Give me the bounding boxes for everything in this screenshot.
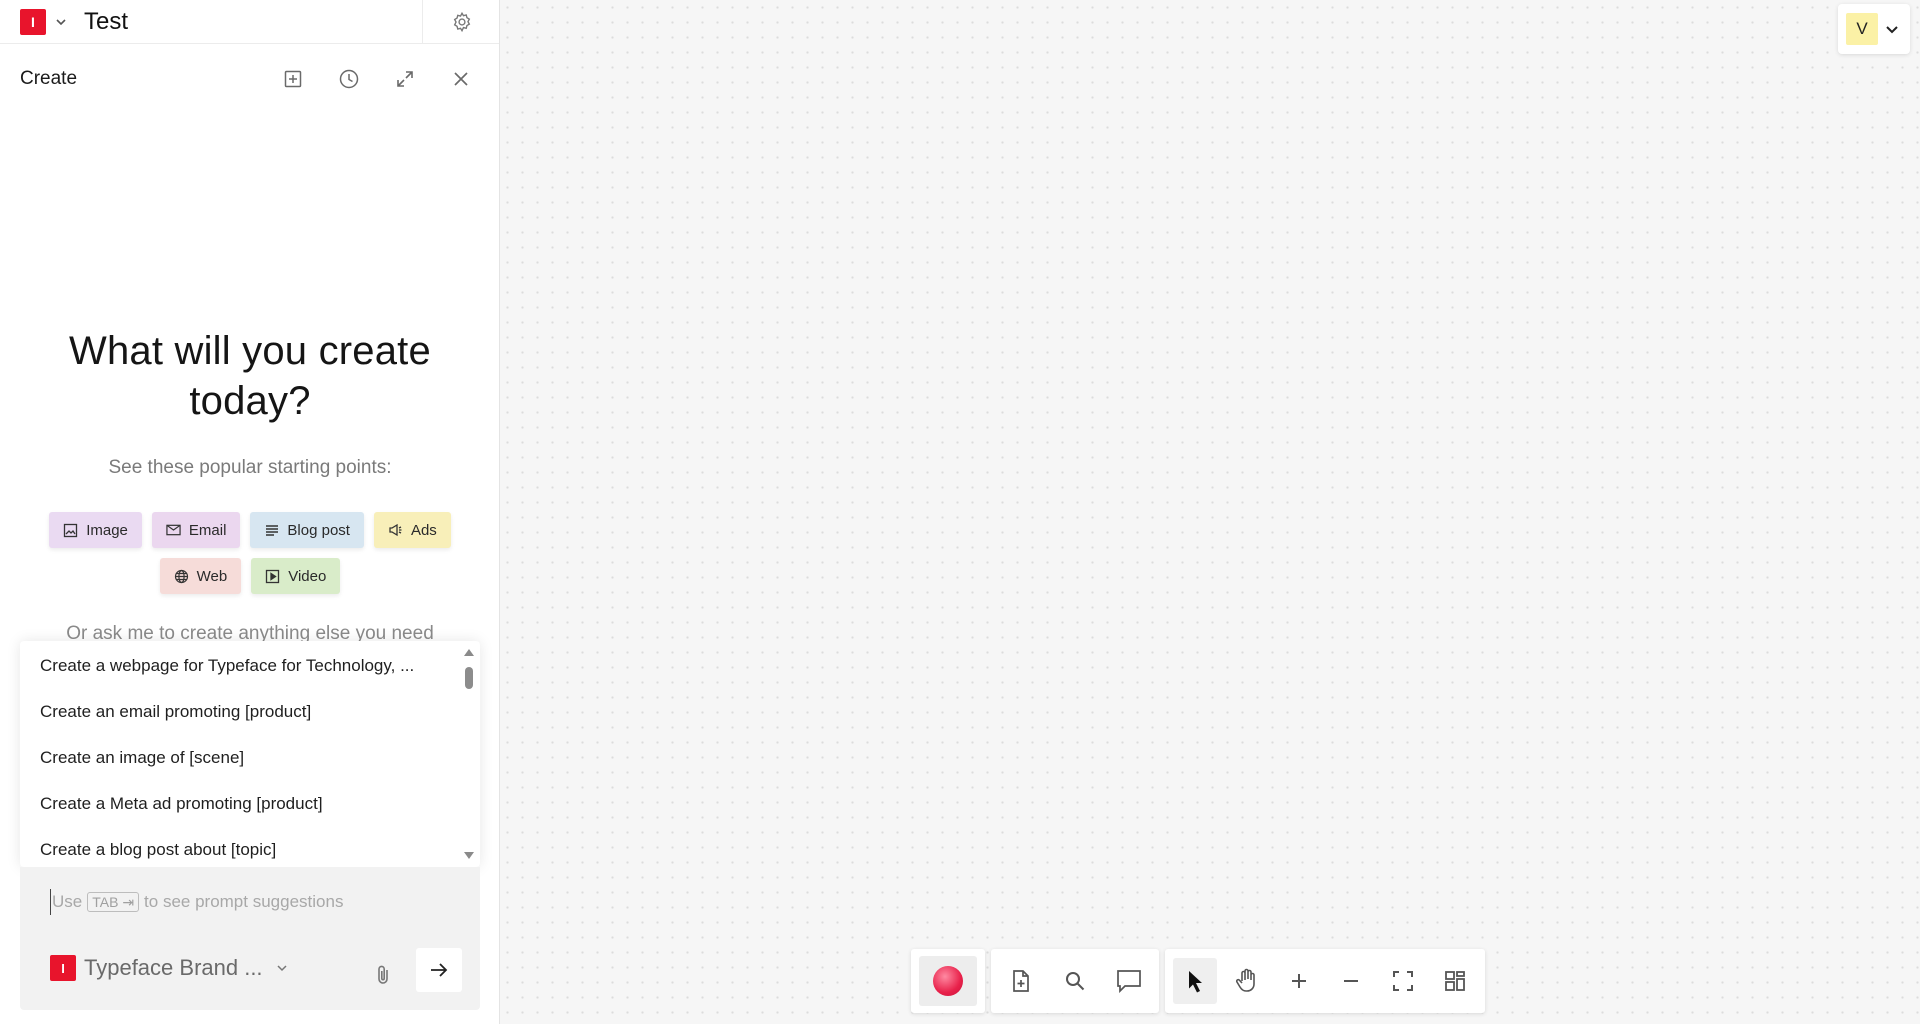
brand-logo-small: I [50, 955, 76, 981]
chip-label: Video [288, 567, 327, 585]
chip-label: Blog post [287, 521, 350, 539]
chip-email[interactable]: Email [151, 512, 241, 548]
chevron-down-icon[interactable] [54, 15, 68, 29]
fit-to-screen-button[interactable] [1381, 958, 1425, 1004]
gear-icon[interactable] [422, 0, 500, 44]
chip-web[interactable]: Web [159, 558, 242, 594]
brand-logo-letter: I [31, 13, 35, 30]
new-chat-icon[interactable] [281, 67, 305, 91]
canvas-toolbar [911, 949, 1485, 1013]
play-icon [265, 569, 280, 584]
hero-line-2: today? [189, 379, 311, 423]
suggestion-item[interactable]: Create an email promoting [product] [20, 689, 480, 735]
plus-icon [1289, 971, 1309, 991]
top-bar: I Test [0, 0, 499, 44]
brand-logo[interactable]: I [20, 8, 46, 35]
ai-orb-icon [933, 966, 963, 996]
user-menu[interactable]: V [1838, 4, 1910, 54]
chip-ads[interactable]: Ads [373, 512, 451, 548]
suggestion-item[interactable]: Create an image of [scene] [20, 735, 480, 781]
expand-icon[interactable] [393, 67, 417, 91]
brand-kit-name: Typeface Brand ... [84, 955, 263, 980]
add-page-button[interactable] [999, 958, 1043, 1004]
layout-grid-button[interactable] [1433, 958, 1477, 1004]
hand-icon [1235, 968, 1259, 994]
zoom-in-button[interactable] [1277, 958, 1321, 1004]
avatar: V [1846, 13, 1878, 45]
toolbar-group-navigation [1165, 949, 1485, 1013]
brand-kit-selector[interactable]: I Typeface Brand ... [50, 955, 289, 981]
paperclip-icon[interactable] [372, 963, 394, 987]
close-icon[interactable] [449, 67, 473, 91]
text-lines-icon [264, 523, 279, 538]
prompt-input[interactable]: Use TAB ⇥ to see prompt suggestions [50, 889, 343, 915]
cursor-arrow-icon [1185, 969, 1205, 993]
comment-button[interactable] [1107, 958, 1151, 1004]
create-panel: I Test Create What will you create today… [0, 0, 500, 1024]
globe-icon [174, 569, 189, 584]
search-icon [1064, 970, 1086, 992]
prompt-suggestions-dropdown: Create a webpage for Typeface for Techno… [20, 641, 480, 867]
placeholder-pre: Use [52, 892, 83, 911]
hero-line-1: What will you create [69, 329, 431, 373]
ai-assistant-button[interactable] [919, 956, 977, 1006]
comment-icon [1116, 969, 1142, 993]
suggestion-item[interactable]: Create a webpage for Typeface for Techno… [20, 641, 480, 689]
suggestion-item[interactable]: Create a Meta ad promoting [product] [20, 781, 480, 827]
file-plus-icon [1010, 969, 1032, 993]
placeholder-post: to see prompt suggestions [144, 892, 344, 911]
minus-icon [1341, 971, 1361, 991]
chip-label: Ads [410, 521, 437, 539]
chip-label: Email [188, 521, 227, 539]
select-tool-button[interactable] [1173, 958, 1217, 1004]
scroll-up-arrow-icon[interactable] [464, 649, 474, 656]
chip-label: Web [196, 567, 228, 585]
chip-video[interactable]: Video [251, 558, 341, 594]
mail-icon [166, 523, 181, 538]
toolbar-group-ai [911, 949, 985, 1013]
chip-image[interactable]: Image [49, 512, 142, 548]
grid-icon [1444, 970, 1466, 992]
history-icon[interactable] [337, 67, 361, 91]
panel-title: Create [20, 68, 78, 89]
fullscreen-icon [1392, 970, 1414, 992]
project-title[interactable]: Test [84, 8, 128, 36]
tab-key-hint: TAB ⇥ [87, 892, 140, 912]
hero-heading: What will you create today? [0, 326, 500, 426]
suggestion-item[interactable]: Create a blog post about [topic] [20, 827, 480, 867]
pan-tool-button[interactable] [1225, 958, 1269, 1004]
suggestions-scrollbar[interactable] [462, 647, 476, 861]
zoom-out-button[interactable] [1329, 958, 1373, 1004]
chevron-down-icon [1884, 21, 1900, 37]
megaphone-icon [388, 523, 403, 538]
send-button[interactable] [416, 948, 462, 992]
scroll-thumb[interactable] [465, 667, 473, 689]
brand-logo-letter: I [61, 960, 65, 976]
prompt-composer: Use TAB ⇥ to see prompt suggestions I Ty… [20, 867, 480, 1010]
scroll-down-arrow-icon[interactable] [464, 852, 474, 859]
starting-points-subtitle: See these popular starting points: [108, 457, 392, 478]
toolbar-group-tools [991, 949, 1159, 1013]
text-caret [50, 889, 51, 915]
create-header: Create [0, 44, 499, 114]
chip-label: Image [86, 521, 128, 539]
chevron-down-icon [275, 961, 289, 975]
search-button[interactable] [1053, 958, 1097, 1004]
dotted-canvas[interactable] [500, 0, 1920, 1024]
arrow-right-icon [430, 962, 448, 978]
image-icon [63, 523, 78, 538]
chip-blog-post[interactable]: Blog post [250, 512, 364, 548]
starting-point-chips: Image Email Blog post Ads Web Video [30, 512, 470, 594]
